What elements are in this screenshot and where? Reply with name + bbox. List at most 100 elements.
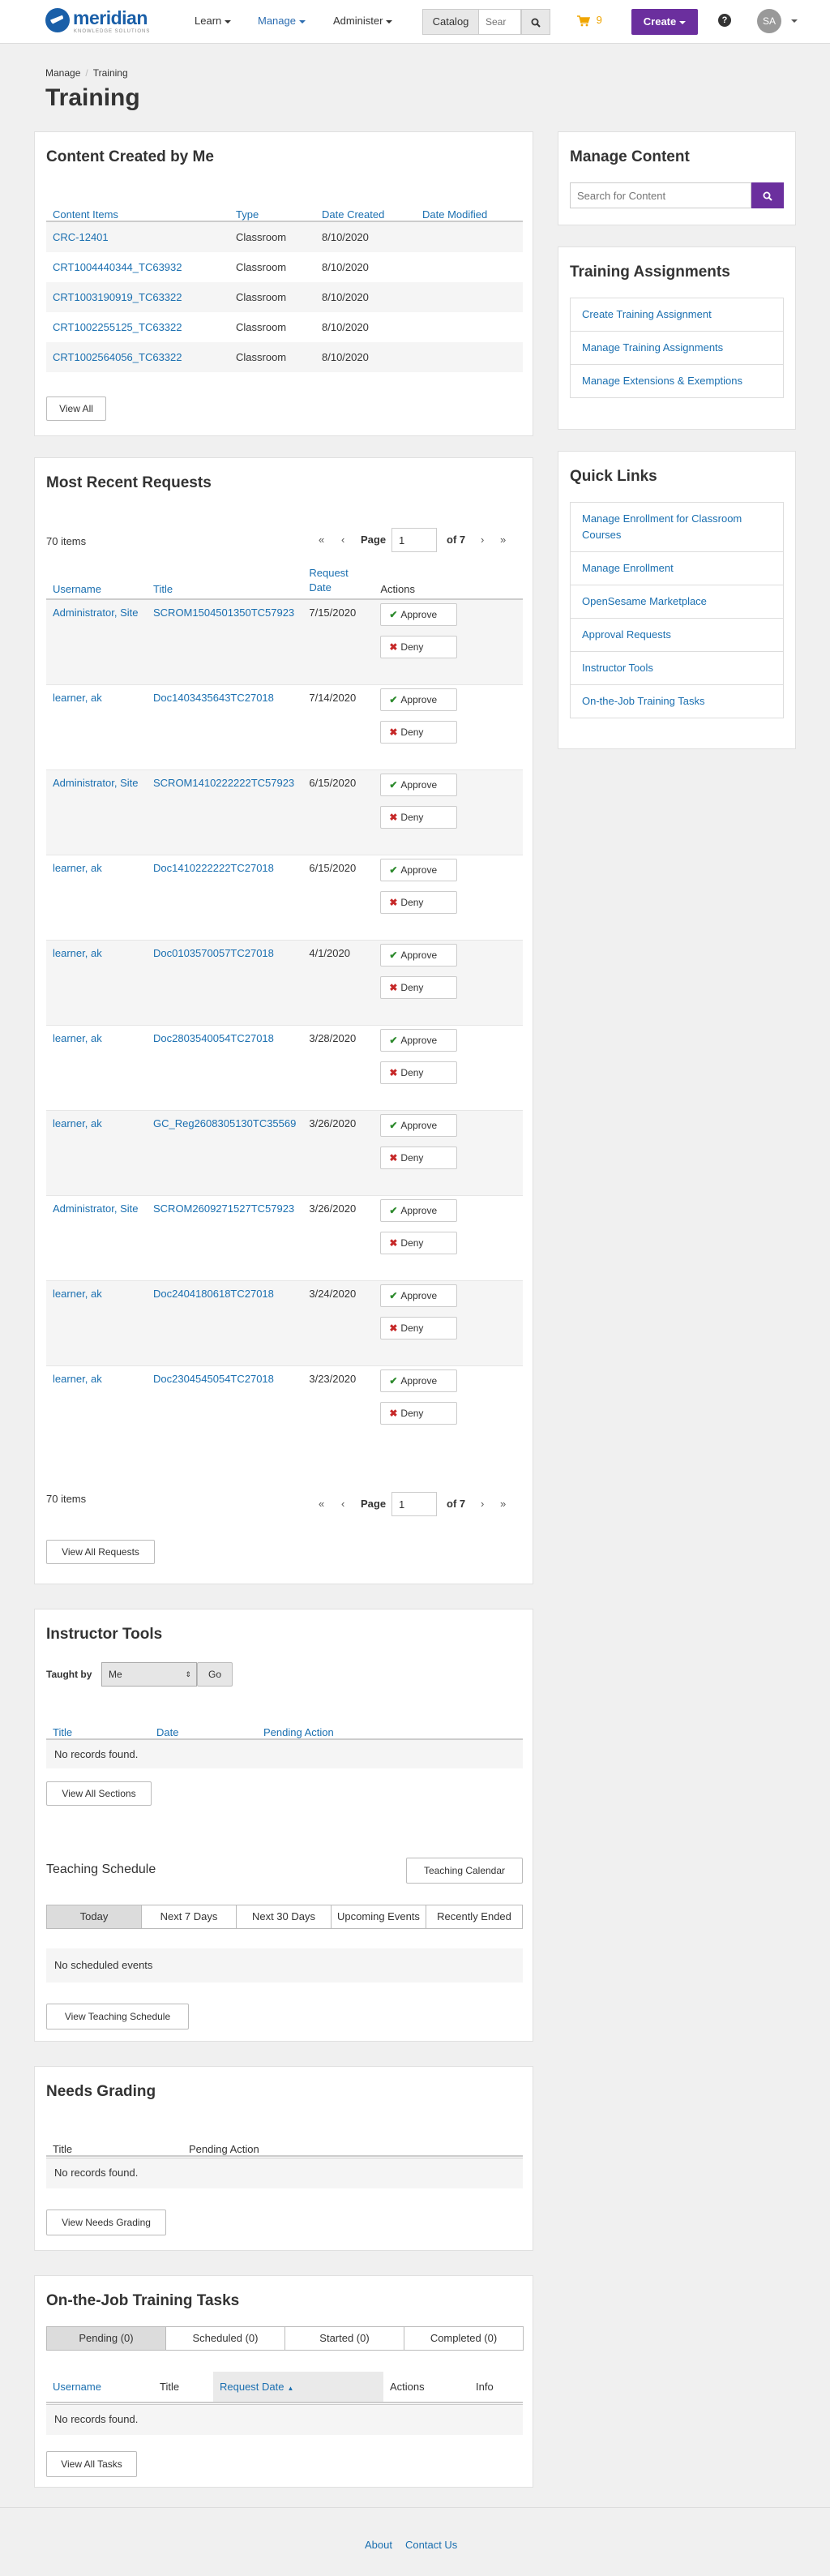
approve-button[interactable]: ✔ Approve bbox=[380, 943, 458, 967]
username-link[interactable]: Administrator, Site bbox=[53, 606, 139, 619]
deny-button[interactable]: ✖ Deny bbox=[380, 1146, 458, 1169]
request-title-link[interactable]: Doc0103570057TC27018 bbox=[153, 947, 274, 959]
approve-button[interactable]: ✔ Approve bbox=[380, 773, 458, 796]
content-search-input[interactable] bbox=[570, 182, 751, 208]
view-all-content-button[interactable]: View All bbox=[46, 396, 106, 421]
nav-administer-menu[interactable]: Administer bbox=[333, 15, 393, 27]
deny-button[interactable]: ✖ Deny bbox=[380, 636, 458, 658]
username-link[interactable]: Administrator, Site bbox=[53, 1202, 139, 1215]
tab-completed[interactable]: Completed (0) bbox=[404, 2326, 524, 2351]
next-page-icon[interactable]: › bbox=[481, 1498, 484, 1510]
deny-button[interactable]: ✖ Deny bbox=[380, 890, 458, 914]
request-title-link[interactable]: SCROM2609271527TC57923 bbox=[153, 1202, 294, 1215]
page-number-input[interactable] bbox=[391, 528, 437, 552]
request-title-link[interactable]: SCROM1410222222TC57923 bbox=[153, 777, 294, 789]
catalog-button[interactable]: Catalog bbox=[422, 9, 479, 35]
go-button[interactable]: Go bbox=[197, 1662, 233, 1687]
nav-manage-menu[interactable]: Manage bbox=[258, 15, 306, 27]
deny-button[interactable]: ✖ Deny bbox=[380, 805, 458, 829]
content-item-link[interactable]: CRC-12401 bbox=[53, 231, 109, 243]
deny-button[interactable]: ✖ Deny bbox=[380, 975, 458, 999]
quick-link-instructor-tools[interactable]: Instructor Tools bbox=[571, 652, 783, 685]
prev-page-icon[interactable]: ‹ bbox=[341, 534, 344, 546]
view-all-sections-button[interactable]: View All Sections bbox=[46, 1781, 152, 1806]
page-number-input[interactable] bbox=[391, 1492, 437, 1516]
approve-button[interactable]: ✔ Approve bbox=[380, 1113, 458, 1137]
meridian-logo[interactable]: meridian KNOWLEDGE SOLUTIONS bbox=[45, 7, 167, 36]
last-page-icon[interactable]: » bbox=[500, 534, 506, 546]
deny-button[interactable]: ✖ Deny bbox=[380, 1401, 458, 1425]
last-page-icon[interactable]: » bbox=[500, 1498, 506, 1510]
approve-button[interactable]: ✔ Approve bbox=[380, 1198, 458, 1222]
quick-link-manage-enrollment-classroom[interactable]: Manage Enrollment for Classroom Courses bbox=[571, 503, 783, 552]
tab-next-30-days[interactable]: Next 30 Days bbox=[236, 1905, 332, 1929]
column-header-content-items[interactable]: Content Items bbox=[46, 202, 229, 222]
tab-started[interactable]: Started (0) bbox=[285, 2326, 404, 2351]
request-title-link[interactable]: Doc2304545054TC27018 bbox=[153, 1373, 274, 1385]
user-avatar[interactable]: SA bbox=[757, 9, 781, 33]
footer-about-link[interactable]: About bbox=[365, 2539, 392, 2551]
quick-link-ojt-tasks[interactable]: On-the-Job Training Tasks bbox=[571, 685, 783, 718]
prev-page-icon[interactable]: ‹ bbox=[341, 1498, 344, 1510]
approve-button[interactable]: ✔ Approve bbox=[380, 1369, 458, 1392]
request-title-link[interactable]: Doc2404180618TC27018 bbox=[153, 1288, 274, 1300]
first-page-icon[interactable]: « bbox=[319, 1498, 324, 1510]
cart-button[interactable]: 9 bbox=[577, 14, 602, 27]
create-training-assignment-link[interactable]: Create Training Assignment bbox=[571, 298, 783, 332]
column-header-title[interactable]: Title bbox=[147, 564, 303, 600]
nav-search-input[interactable] bbox=[479, 9, 521, 35]
column-header-date-created[interactable]: Date Created bbox=[315, 202, 416, 222]
next-page-icon[interactable]: › bbox=[481, 534, 484, 546]
deny-button[interactable]: ✖ Deny bbox=[380, 1316, 458, 1339]
content-search-button[interactable] bbox=[751, 182, 784, 208]
deny-button[interactable]: ✖ Deny bbox=[380, 1061, 458, 1084]
tab-today[interactable]: Today bbox=[46, 1905, 142, 1929]
username-link[interactable]: learner, ak bbox=[53, 862, 102, 874]
view-teaching-schedule-button[interactable]: View Teaching Schedule bbox=[46, 2004, 189, 2030]
tab-scheduled[interactable]: Scheduled (0) bbox=[165, 2326, 285, 2351]
quick-link-approval-requests[interactable]: Approval Requests bbox=[571, 619, 783, 652]
approve-button[interactable]: ✔ Approve bbox=[380, 1284, 458, 1307]
chevron-down-icon[interactable] bbox=[791, 19, 798, 23]
request-title-link[interactable]: Doc2803540054TC27018 bbox=[153, 1032, 274, 1044]
column-header-request-date[interactable]: Request Date ▲ bbox=[213, 2372, 383, 2403]
approve-button[interactable]: ✔ Approve bbox=[380, 603, 458, 626]
view-all-tasks-button[interactable]: View All Tasks bbox=[46, 2451, 137, 2477]
approve-button[interactable]: ✔ Approve bbox=[380, 688, 458, 711]
nav-search-button[interactable] bbox=[521, 9, 550, 35]
tab-upcoming-events[interactable]: Upcoming Events bbox=[331, 1905, 426, 1929]
approve-button[interactable]: ✔ Approve bbox=[380, 1028, 458, 1052]
request-title-link[interactable]: GC_Reg2608305130TC35569 bbox=[153, 1117, 296, 1129]
teaching-calendar-button[interactable]: Teaching Calendar bbox=[406, 1858, 523, 1884]
column-header-username[interactable]: Username bbox=[46, 2372, 153, 2403]
tab-next-7-days[interactable]: Next 7 Days bbox=[141, 1905, 237, 1929]
column-header-date[interactable]: Date bbox=[150, 1718, 257, 1740]
username-link[interactable]: learner, ak bbox=[53, 1373, 102, 1385]
content-item-link[interactable]: CRT1002255125_TC63322 bbox=[53, 321, 182, 333]
username-link[interactable]: learner, ak bbox=[53, 692, 102, 704]
footer-contact-link[interactable]: Contact Us bbox=[405, 2539, 457, 2551]
first-page-icon[interactable]: « bbox=[319, 534, 324, 546]
column-header-date-modified[interactable]: Date Modified bbox=[416, 202, 523, 222]
quick-link-opensesame[interactable]: OpenSesame Marketplace bbox=[571, 585, 783, 619]
column-header-username[interactable]: Username bbox=[46, 564, 147, 600]
username-link[interactable]: learner, ak bbox=[53, 947, 102, 959]
request-title-link[interactable]: Doc1403435643TC27018 bbox=[153, 692, 274, 704]
taught-by-select[interactable]: Me ⇕ bbox=[101, 1662, 197, 1687]
view-needs-grading-button[interactable]: View Needs Grading bbox=[46, 2210, 166, 2235]
view-all-requests-button[interactable]: View All Requests bbox=[46, 1540, 155, 1564]
tab-recently-ended[interactable]: Recently Ended bbox=[426, 1905, 523, 1929]
username-link[interactable]: Administrator, Site bbox=[53, 777, 139, 789]
content-item-link[interactable]: CRT1003190919_TC63322 bbox=[53, 291, 182, 303]
manage-extensions-link[interactable]: Manage Extensions & Exemptions bbox=[571, 365, 783, 397]
username-link[interactable]: learner, ak bbox=[53, 1288, 102, 1300]
manage-training-assignments-link[interactable]: Manage Training Assignments bbox=[571, 332, 783, 365]
request-title-link[interactable]: Doc1410222222TC27018 bbox=[153, 862, 274, 874]
column-header-type[interactable]: Type bbox=[229, 202, 315, 222]
create-button[interactable]: Create bbox=[631, 9, 698, 35]
help-icon[interactable]: ? bbox=[718, 14, 731, 27]
username-link[interactable]: learner, ak bbox=[53, 1032, 102, 1044]
tab-pending[interactable]: Pending (0) bbox=[46, 2326, 166, 2351]
quick-link-manage-enrollment[interactable]: Manage Enrollment bbox=[571, 552, 783, 585]
approve-button[interactable]: ✔ Approve bbox=[380, 858, 458, 881]
